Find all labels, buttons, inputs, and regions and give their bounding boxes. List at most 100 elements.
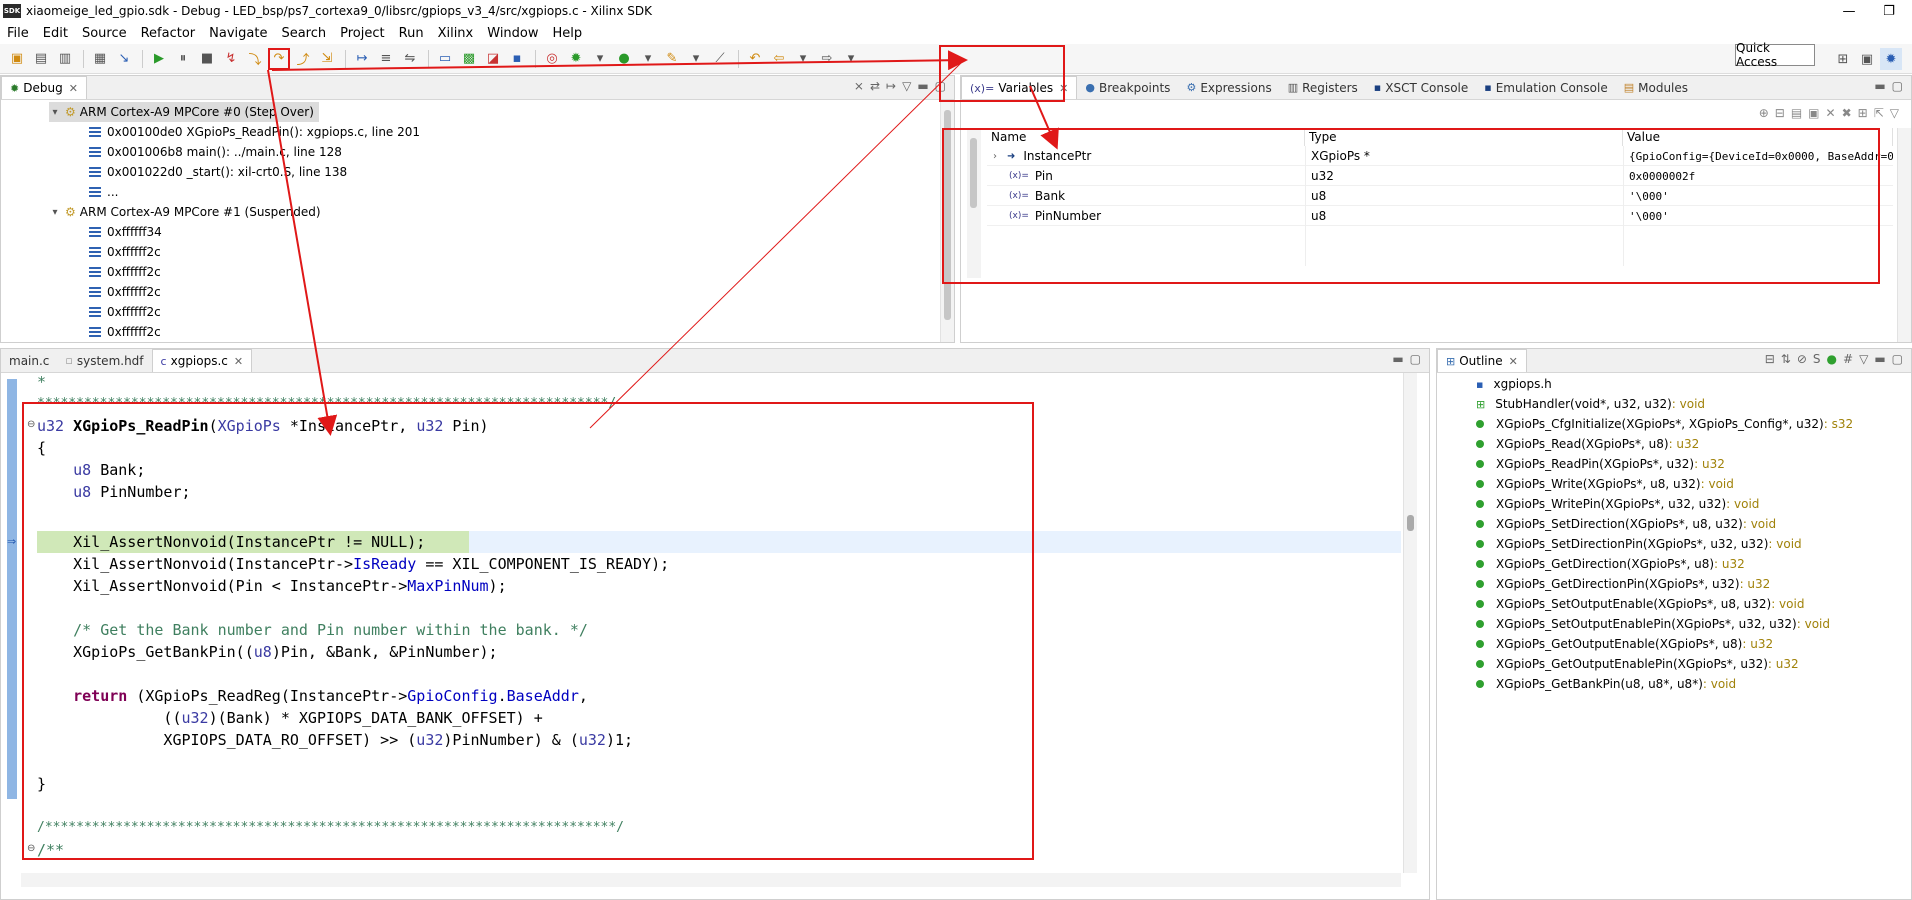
maximize-view-icon[interactable]: ▢ — [1892, 352, 1903, 366]
close-icon[interactable]: ✕ — [1059, 82, 1068, 95]
last-edit-icon[interactable]: ↶ — [744, 48, 766, 70]
column-type[interactable]: Type — [1305, 128, 1623, 146]
debug-scrollbar[interactable] — [940, 100, 954, 342]
tab-outline[interactable]: ⊞ Outline ✕ — [1437, 349, 1527, 372]
remove-all-icon[interactable]: ✖ — [1842, 106, 1852, 120]
tab-xgpiops-c[interactable]: c xgpiops.c ✕ — [151, 349, 253, 372]
variables-right-scrollbar[interactable] — [1897, 128, 1911, 342]
tab-modules[interactable]: ▤ Modules — [1616, 76, 1696, 99]
menu-file[interactable]: File — [0, 26, 36, 41]
maximize-view-icon[interactable]: ▢ — [1410, 352, 1421, 366]
instruction-step-icon[interactable]: ↦ — [351, 48, 373, 70]
view-menu-icon[interactable]: ▽ — [1890, 106, 1899, 120]
outline-item[interactable]: XGpioPs_SetOutputEnable(XGpioPs*, u8, u3… — [1476, 594, 1804, 614]
stack-frame[interactable]: 0xffffff2c — [89, 262, 161, 282]
minimize-view-icon[interactable]: ▬ — [917, 79, 928, 93]
hardware-icon[interactable]: ▩ — [458, 48, 480, 70]
link-icon[interactable]: ⇄ — [870, 79, 880, 93]
stack-frame[interactable]: 0x00100de0 XGpioPs_ReadPin(): xgpiops.c,… — [89, 122, 420, 142]
editor-hscrollbar[interactable] — [21, 873, 1401, 887]
step-mode-icon[interactable]: ↦ — [886, 79, 896, 93]
tab-debug[interactable]: ✹ Debug ✕ — [1, 76, 87, 99]
chevron-right-icon[interactable]: › — [993, 151, 997, 162]
menu-search[interactable]: Search — [274, 26, 333, 41]
back-icon[interactable]: ⇦ — [768, 48, 790, 70]
fold-icon[interactable]: ⊖ — [27, 419, 35, 430]
menu-window[interactable]: Window — [480, 26, 545, 41]
sdk-perspective-icon[interactable]: ▣ — [1856, 48, 1878, 70]
stack-frame[interactable]: 0xffffff2c — [89, 302, 161, 322]
outline-item[interactable]: ⊞ StubHandler(void*, u32, u32) : void — [1476, 394, 1705, 414]
use-step-filters-icon[interactable]: ≡ — [375, 48, 397, 70]
pin-view-icon[interactable]: ⇱ — [1874, 106, 1884, 120]
sort-icon[interactable]: ⇅ — [1781, 352, 1791, 366]
outline-item[interactable]: XGpioPs_GetBankPin(u8, u8*, u8*) : void — [1476, 674, 1736, 694]
menu-edit[interactable]: Edit — [36, 26, 75, 41]
reverse-icon[interactable]: ⇋ — [399, 48, 421, 70]
save-icon[interactable]: ▤ — [30, 48, 52, 70]
outline-item[interactable]: XGpioPs_WritePin(XGpioPs*, u32, u32) : v… — [1476, 494, 1759, 514]
outline-item[interactable]: XGpioPs_SetOutputEnablePin(XGpioPs*, u32… — [1476, 614, 1830, 634]
menu-help[interactable]: Help — [546, 26, 590, 41]
minimize-view-icon[interactable]: ▬ — [1392, 352, 1403, 366]
outline-item[interactable]: XGpioPs_GetOutputEnable(XGpioPs*, u8) : … — [1476, 634, 1773, 654]
view-menu-icon[interactable]: ▽ — [1859, 352, 1868, 366]
menu-navigate[interactable]: Navigate — [202, 26, 274, 41]
stack-frame[interactable]: 0xffffff34 — [89, 222, 162, 242]
chevron-down-icon[interactable]: ▾ — [49, 207, 61, 218]
menu-run[interactable]: Run — [392, 26, 431, 41]
add-global-icon[interactable]: ⊕ — [1759, 106, 1769, 120]
minimize-view-icon[interactable]: ▬ — [1874, 79, 1885, 93]
step-return-icon[interactable]: ⤴ — [292, 48, 314, 70]
forward-dropdown-icon[interactable]: ▾ — [840, 48, 862, 70]
drop-to-frame-icon[interactable]: ⇲ — [316, 48, 338, 70]
debug-dropdown-icon[interactable]: ▾ — [589, 48, 611, 70]
outline-item[interactable]: ▪ xgpiops.h — [1476, 374, 1552, 394]
menu-project[interactable]: Project — [333, 26, 391, 41]
minimize-view-icon[interactable]: ▬ — [1874, 352, 1885, 366]
menu-xilinx[interactable]: Xilinx — [431, 26, 481, 41]
select-all-icon[interactable]: ▣ — [1808, 106, 1819, 120]
run-dropdown-icon[interactable]: ▾ — [637, 48, 659, 70]
skip-breakpoints-icon[interactable]: ↘ — [113, 48, 135, 70]
chevron-down-icon[interactable]: ▾ — [49, 107, 61, 118]
tab-emulation-console[interactable]: ▪ Emulation Console — [1476, 76, 1615, 99]
forward-icon[interactable]: ⇨ — [816, 48, 838, 70]
stack-frame[interactable]: 0xffffff2c — [89, 242, 161, 262]
outline-item[interactable]: XGpioPs_GetOutputEnablePin(XGpioPs*, u32… — [1476, 654, 1799, 674]
new-icon[interactable]: ▣ — [6, 48, 28, 70]
tab-variables[interactable]: (x)= Variables ✕ — [961, 76, 1078, 99]
thread-1[interactable]: ▾ ⚙ ARM Cortex-A9 MPCore #1 (Suspended) — [49, 202, 320, 222]
view-menu-icon[interactable]: ▽ — [902, 79, 911, 93]
collapse-all-icon[interactable]: ⊟ — [1775, 106, 1785, 120]
external-tools-icon[interactable]: ✎ — [661, 48, 683, 70]
stack-frame[interactable]: 0x001022d0 _start(): xil-crt0.S, line 13… — [89, 162, 347, 182]
terminate-icon[interactable]: ■ — [196, 48, 218, 70]
layout-icon[interactable]: ▤ — [1791, 106, 1802, 120]
run-icon[interactable]: ● — [613, 48, 635, 70]
outline-item[interactable]: XGpioPs_SetDirectionPin(XGpioPs*, u32, u… — [1476, 534, 1802, 554]
hide-fields-icon[interactable]: ⊘ — [1797, 352, 1807, 366]
variable-row[interactable]: › ➜ InstancePtr XGpioPs * {GpioConfig={Dev… — [987, 146, 1893, 166]
variable-row[interactable]: (x)= Pin u32 0x0000002f — [987, 166, 1893, 186]
remove-icon[interactable]: ✕ — [1826, 106, 1836, 120]
tab-system-hdf[interactable]: ▫ system.hdf — [57, 349, 151, 372]
step-over-icon[interactable]: ↷ — [268, 47, 290, 70]
flash-icon[interactable]: ◎ — [541, 48, 563, 70]
console-icon[interactable]: ▭ — [434, 48, 456, 70]
tab-xsct-console[interactable]: ▪ XSCT Console — [1366, 76, 1476, 99]
binary-icon[interactable]: ▦ — [89, 48, 111, 70]
column-name[interactable]: Name — [987, 128, 1305, 146]
stack-frame[interactable]: 0x001006b8 main(): ../main.c, line 128 — [89, 142, 342, 162]
new-view-icon[interactable]: ⊞ — [1858, 106, 1868, 120]
step-into-icon[interactable]: ⤵ — [244, 48, 266, 70]
pin-icon[interactable]: ⟋ — [709, 48, 731, 70]
restore-icon[interactable]: ❐ — [1866, 0, 1912, 22]
editor-scrollbar[interactable] — [1403, 373, 1417, 873]
outline-item[interactable]: XGpioPs_Write(XGpioPs*, u8, u32) : void — [1476, 474, 1734, 494]
outline-item[interactable]: XGpioPs_GetDirectionPin(XGpioPs*, u32) :… — [1476, 574, 1770, 594]
maximize-view-icon[interactable]: ▢ — [1892, 79, 1903, 93]
menu-refactor[interactable]: Refactor — [134, 26, 203, 41]
stack-frame[interactable]: 0xffffff2c — [89, 322, 161, 342]
outline-item[interactable]: XGpioPs_Read(XGpioPs*, u8) : u32 — [1476, 434, 1699, 454]
